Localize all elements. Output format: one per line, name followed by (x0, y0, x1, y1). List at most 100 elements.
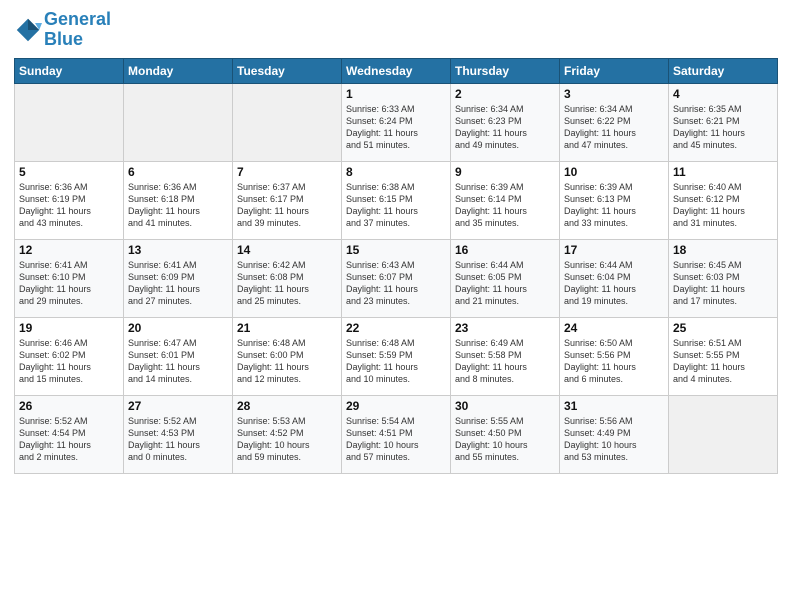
day-number: 8 (346, 165, 446, 179)
day-number: 19 (19, 321, 119, 335)
day-number: 18 (673, 243, 773, 257)
day-info: Sunrise: 6:39 AM Sunset: 6:14 PM Dayligh… (455, 181, 555, 230)
calendar-cell: 21 Sunrise: 6:48 AM Sunset: 6:00 PM Dayli… (233, 317, 342, 395)
calendar-cell: 4Sunrise: 6:35 AM Sunset: 6:21 PM Daylig… (669, 83, 778, 161)
day-number: 9 (455, 165, 555, 179)
calendar-cell: 3Sunrise: 6:34 AM Sunset: 6:22 PM Daylig… (560, 83, 669, 161)
calendar-cell: 19 Sunrise: 6:46 AM Sunset: 6:02 PM Dayli… (15, 317, 124, 395)
day-number: 16 (455, 243, 555, 257)
weekday-header-tuesday: Tuesday (233, 58, 342, 83)
week-row-5: 26 Sunrise: 5:52 AM Sunset: 4:54 PM Dayli… (15, 395, 778, 473)
day-number: 24 (564, 321, 664, 335)
day-info: Sunrise: 6:36 AM Sunset: 6:18 PM Dayligh… (128, 181, 228, 230)
day-number: 3 (564, 87, 664, 101)
calendar-cell: 11Sunrise: 6:40 AM Sunset: 6:12 PM Dayli… (669, 161, 778, 239)
weekday-header-row: SundayMondayTuesdayWednesdayThursdayFrid… (15, 58, 778, 83)
day-number: 27 (128, 399, 228, 413)
weekday-header-friday: Friday (560, 58, 669, 83)
day-info: Sunrise: 6:41 AM Sunset: 6:09 PM Dayligh… (128, 259, 228, 308)
day-info: Sunrise: 6:38 AM Sunset: 6:15 PM Dayligh… (346, 181, 446, 230)
day-info: Sunrise: 6:45 AM Sunset: 6:03 PM Dayligh… (673, 259, 773, 308)
calendar-cell: 18 Sunrise: 6:45 AM Sunset: 6:03 PM Dayli… (669, 239, 778, 317)
day-info: Sunrise: 6:33 AM Sunset: 6:24 PM Dayligh… (346, 103, 446, 152)
day-info: Sunrise: 6:37 AM Sunset: 6:17 PM Dayligh… (237, 181, 337, 230)
day-number: 26 (19, 399, 119, 413)
day-info: Sunrise: 6:47 AM Sunset: 6:01 PM Dayligh… (128, 337, 228, 386)
day-info: Sunrise: 6:43 AM Sunset: 6:07 PM Dayligh… (346, 259, 446, 308)
logo-text: General Blue (44, 10, 111, 50)
weekday-header-wednesday: Wednesday (342, 58, 451, 83)
day-info: Sunrise: 5:52 AM Sunset: 4:54 PM Dayligh… (19, 415, 119, 464)
day-info: Sunrise: 5:55 AM Sunset: 4:50 PM Dayligh… (455, 415, 555, 464)
calendar-cell: 28 Sunrise: 5:53 AM Sunset: 4:52 PM Dayli… (233, 395, 342, 473)
week-row-2: 5 Sunrise: 6:36 AM Sunset: 6:19 PM Daylig… (15, 161, 778, 239)
day-info: Sunrise: 6:44 AM Sunset: 6:05 PM Dayligh… (455, 259, 555, 308)
day-number: 1 (346, 87, 446, 101)
weekday-header-sunday: Sunday (15, 58, 124, 83)
calendar-cell: 7 Sunrise: 6:37 AM Sunset: 6:17 PM Daylig… (233, 161, 342, 239)
day-info: Sunrise: 5:54 AM Sunset: 4:51 PM Dayligh… (346, 415, 446, 464)
day-number: 12 (19, 243, 119, 257)
day-info: Sunrise: 5:52 AM Sunset: 4:53 PM Dayligh… (128, 415, 228, 464)
day-info: Sunrise: 6:42 AM Sunset: 6:08 PM Dayligh… (237, 259, 337, 308)
weekday-header-saturday: Saturday (669, 58, 778, 83)
calendar-cell: 16 Sunrise: 6:44 AM Sunset: 6:05 PM Dayli… (451, 239, 560, 317)
day-number: 30 (455, 399, 555, 413)
day-info: Sunrise: 5:56 AM Sunset: 4:49 PM Dayligh… (564, 415, 664, 464)
day-info: Sunrise: 6:36 AM Sunset: 6:19 PM Dayligh… (19, 181, 119, 230)
day-info: Sunrise: 6:49 AM Sunset: 5:58 PM Dayligh… (455, 337, 555, 386)
calendar-cell: 14Sunrise: 6:42 AM Sunset: 6:08 PM Dayli… (233, 239, 342, 317)
calendar-cell (15, 83, 124, 161)
day-info: Sunrise: 6:41 AM Sunset: 6:10 PM Dayligh… (19, 259, 119, 308)
calendar-cell: 1 Sunrise: 6:33 AM Sunset: 6:24 PM Daylig… (342, 83, 451, 161)
week-row-1: 1 Sunrise: 6:33 AM Sunset: 6:24 PM Daylig… (15, 83, 778, 161)
calendar-cell: 20 Sunrise: 6:47 AM Sunset: 6:01 PM Dayli… (124, 317, 233, 395)
day-number: 21 (237, 321, 337, 335)
calendar-cell: 27 Sunrise: 5:52 AM Sunset: 4:53 PM Dayli… (124, 395, 233, 473)
calendar-cell: 12 Sunrise: 6:41 AM Sunset: 6:10 PM Dayli… (15, 239, 124, 317)
day-info: Sunrise: 6:50 AM Sunset: 5:56 PM Dayligh… (564, 337, 664, 386)
calendar-cell: 10 Sunrise: 6:39 AM Sunset: 6:13 PM Dayli… (560, 161, 669, 239)
day-info: Sunrise: 6:51 AM Sunset: 5:55 PM Dayligh… (673, 337, 773, 386)
day-number: 25 (673, 321, 773, 335)
day-info: Sunrise: 6:48 AM Sunset: 6:00 PM Dayligh… (237, 337, 337, 386)
day-number: 7 (237, 165, 337, 179)
calendar-table: SundayMondayTuesdayWednesdayThursdayFrid… (14, 58, 778, 474)
calendar-cell: 9 Sunrise: 6:39 AM Sunset: 6:14 PM Daylig… (451, 161, 560, 239)
day-number: 22 (346, 321, 446, 335)
day-number: 2 (455, 87, 555, 101)
calendar-cell (233, 83, 342, 161)
day-number: 28 (237, 399, 337, 413)
calendar-cell: 22 Sunrise: 6:48 AM Sunset: 5:59 PM Dayli… (342, 317, 451, 395)
weekday-header-thursday: Thursday (451, 58, 560, 83)
calendar-cell: 8 Sunrise: 6:38 AM Sunset: 6:15 PM Daylig… (342, 161, 451, 239)
calendar-cell: 5 Sunrise: 6:36 AM Sunset: 6:19 PM Daylig… (15, 161, 124, 239)
week-row-3: 12 Sunrise: 6:41 AM Sunset: 6:10 PM Dayli… (15, 239, 778, 317)
calendar-cell (669, 395, 778, 473)
day-info: Sunrise: 5:53 AM Sunset: 4:52 PM Dayligh… (237, 415, 337, 464)
calendar-cell: 25 Sunrise: 6:51 AM Sunset: 5:55 PM Dayli… (669, 317, 778, 395)
calendar-cell: 24 Sunrise: 6:50 AM Sunset: 5:56 PM Dayli… (560, 317, 669, 395)
calendar-cell: 15 Sunrise: 6:43 AM Sunset: 6:07 PM Dayli… (342, 239, 451, 317)
calendar-cell: 2 Sunrise: 6:34 AM Sunset: 6:23 PM Daylig… (451, 83, 560, 161)
day-info: Sunrise: 6:39 AM Sunset: 6:13 PM Dayligh… (564, 181, 664, 230)
day-number: 5 (19, 165, 119, 179)
day-number: 29 (346, 399, 446, 413)
day-number: 31 (564, 399, 664, 413)
day-info: Sunrise: 6:40 AM Sunset: 6:12 PM Dayligh… (673, 181, 773, 230)
calendar-cell: 29 Sunrise: 5:54 AM Sunset: 4:51 PM Dayli… (342, 395, 451, 473)
day-info: Sunrise: 6:46 AM Sunset: 6:02 PM Dayligh… (19, 337, 119, 386)
logo: General Blue (14, 10, 111, 50)
day-number: 23 (455, 321, 555, 335)
day-number: 10 (564, 165, 664, 179)
day-number: 13 (128, 243, 228, 257)
day-number: 15 (346, 243, 446, 257)
week-row-4: 19 Sunrise: 6:46 AM Sunset: 6:02 PM Dayli… (15, 317, 778, 395)
day-number: 6 (128, 165, 228, 179)
weekday-header-monday: Monday (124, 58, 233, 83)
day-number: 20 (128, 321, 228, 335)
day-info: Sunrise: 6:48 AM Sunset: 5:59 PM Dayligh… (346, 337, 446, 386)
day-info: Sunrise: 6:34 AM Sunset: 6:23 PM Dayligh… (455, 103, 555, 152)
calendar-cell: 6 Sunrise: 6:36 AM Sunset: 6:18 PM Daylig… (124, 161, 233, 239)
day-number: 17 (564, 243, 664, 257)
